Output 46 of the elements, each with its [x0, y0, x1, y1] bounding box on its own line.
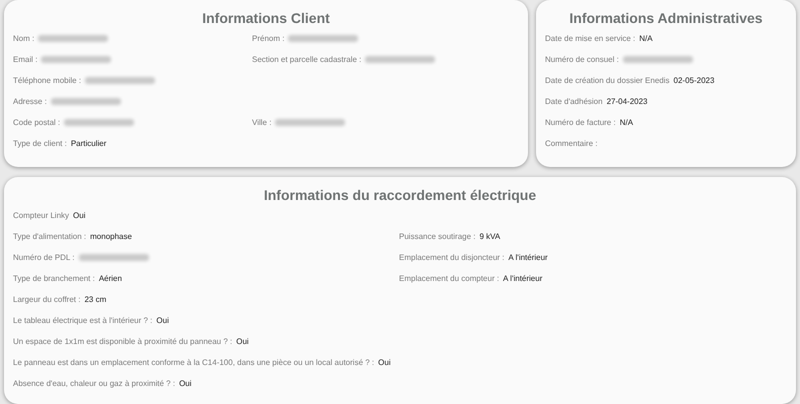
field-label: Adresse :	[13, 96, 47, 106]
field-label: Prénom :	[252, 34, 284, 42]
field-value: 23 cm	[84, 294, 106, 304]
field-label: Numéro de consuel :	[545, 54, 619, 64]
field-value: 02-05-2023	[674, 76, 714, 84]
field-label: Le panneau est dans un emplacement conforme à la C14-100, dans une pièce ou un local autorisé ? :	[13, 358, 374, 366]
field-value: A l'intérieur	[503, 274, 542, 282]
field-label: Commentaire :	[545, 138, 598, 148]
field-label: Section et parcelle cadastrale :	[252, 54, 362, 64]
field-value: Oui	[236, 336, 249, 346]
field-label: Type de client :	[13, 138, 67, 148]
field-label: Largeur du coffret :	[13, 294, 80, 304]
field-value: N/A	[639, 34, 653, 42]
field-label: Date de création du dossier Enedis	[545, 76, 670, 84]
field-value: Oui	[73, 210, 86, 220]
field-value: monophase	[90, 232, 132, 240]
field-label: Type d'alimentation :	[13, 232, 86, 240]
field-value: Oui	[179, 378, 192, 388]
field-label: Nom :	[13, 34, 34, 42]
field-label: Puissance soutirage :	[399, 232, 476, 240]
field-label: Téléphone mobile :	[13, 76, 82, 84]
field-label: Compteur Linky	[13, 210, 70, 220]
field-label: Emplacement du disjoncteur :	[399, 252, 504, 262]
field-label: Email :	[13, 54, 38, 64]
field-value: 9 kVA	[480, 232, 500, 240]
field-label: Numéro de PDL :	[13, 252, 75, 262]
field-label: Un espace de 1x1m est disponible à proximité du panneau ? :	[13, 336, 232, 346]
field-label: Ville :	[252, 118, 272, 126]
field-label: Le tableau électrique est à l'intérieur ? :	[13, 316, 152, 324]
field-value: Aérien	[98, 274, 122, 282]
field-label: Emplacement du compteur :	[399, 274, 500, 282]
field-value: Oui	[156, 316, 169, 324]
field-value: Particulier	[70, 138, 106, 148]
field-label: Numéro de facture :	[545, 118, 616, 126]
card-title: Informations Client	[201, 10, 331, 26]
field-label: Date d'adhésion	[545, 96, 603, 106]
field-value: A l'intérieur	[508, 252, 548, 262]
field-value: 27-04-2023	[606, 96, 648, 106]
field-label: Type de branchement :	[13, 274, 95, 282]
card-title: Informations Administratives	[568, 10, 764, 26]
field-value: Oui	[378, 358, 391, 366]
field-label: Absence d'eau, chaleur ou gaz à proximité ? :	[13, 378, 176, 388]
field-value: N/A	[620, 118, 634, 126]
field-label: Code postal :	[13, 118, 60, 126]
field-label: Date de mise en service :	[545, 34, 636, 42]
card-title: Informations du raccordement électrique	[262, 187, 538, 203]
